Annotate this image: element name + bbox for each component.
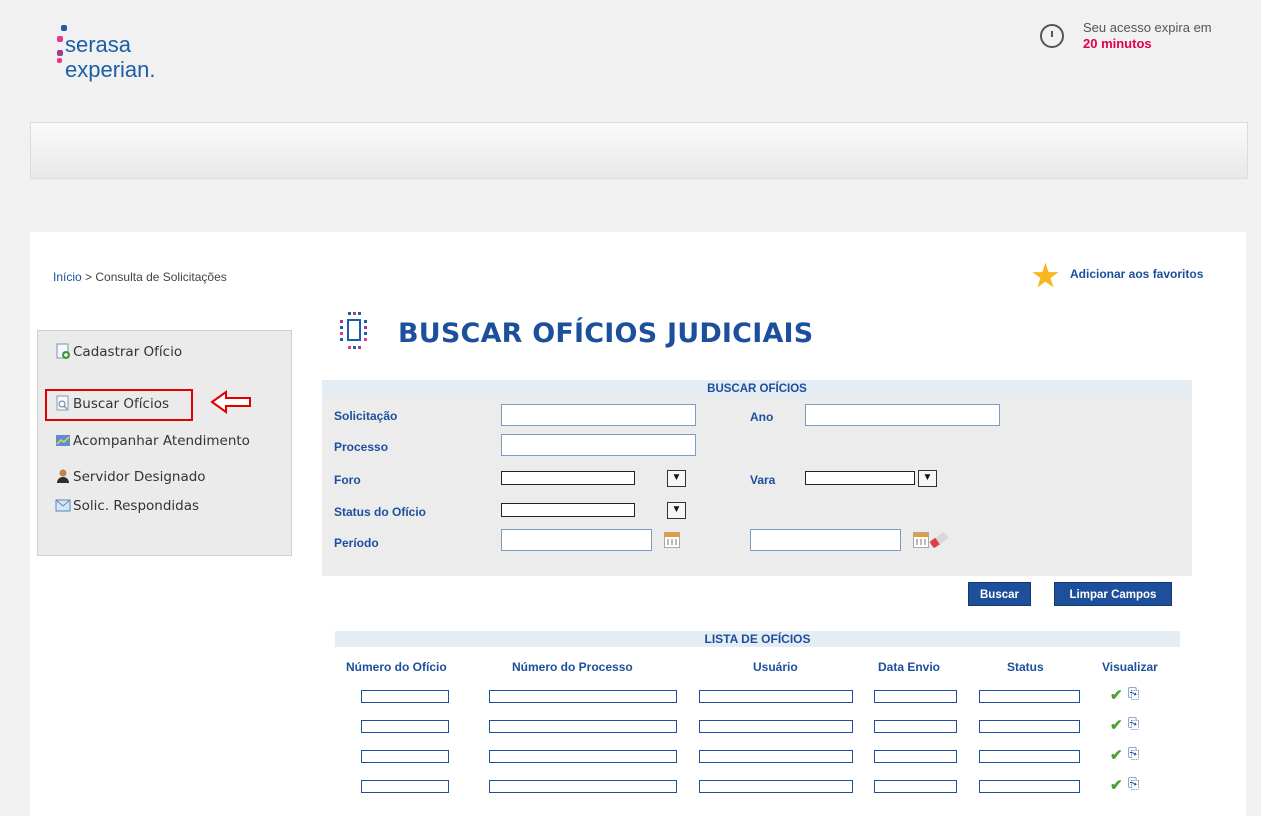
serasa-experian-logo[interactable]: serasa experian. bbox=[55, 22, 205, 82]
table-cell bbox=[699, 780, 853, 793]
sidebar-item-label: Solic. Respondidas bbox=[73, 498, 200, 514]
calendar-icon[interactable] bbox=[913, 532, 929, 548]
timer-icon bbox=[1040, 24, 1064, 48]
status-oficio-select[interactable]: ▼ bbox=[501, 502, 686, 519]
session-remaining: 20 minutos bbox=[1083, 36, 1152, 51]
ano-label: Ano bbox=[750, 410, 774, 424]
table-cell bbox=[699, 750, 853, 763]
table-cell bbox=[979, 750, 1080, 763]
search-documents-icon bbox=[340, 312, 367, 349]
column-data-envio: Data Envio bbox=[878, 660, 941, 674]
list-header: LISTA DE OFÍCIOS bbox=[335, 631, 1180, 647]
sidebar-item-label: Servidor Designado bbox=[73, 469, 206, 485]
table-cell bbox=[979, 690, 1080, 703]
table-cell bbox=[489, 750, 677, 763]
chevron-down-icon[interactable]: ▼ bbox=[667, 502, 686, 519]
logo-text-line2: experian. bbox=[65, 57, 156, 82]
table-cell bbox=[699, 720, 853, 733]
sidebar-item-buscar-oficios[interactable]: Buscar Ofícios bbox=[55, 395, 169, 412]
chevron-down-icon[interactable]: ▼ bbox=[918, 470, 937, 487]
column-numero-oficio: Número do Ofício bbox=[346, 660, 447, 674]
session-expiry-label: Seu acesso expira em bbox=[1083, 20, 1212, 35]
sidebar-item-acompanhar-atendimento[interactable]: Acompanhar Atendimento bbox=[55, 432, 250, 449]
foro-label: Foro bbox=[334, 473, 361, 487]
table-cell bbox=[489, 720, 677, 733]
foro-select[interactable]: ▼ bbox=[501, 470, 686, 487]
sidebar-item-servidor-designado[interactable]: Servidor Designado bbox=[55, 468, 206, 485]
column-visualizar: Visualizar bbox=[1102, 660, 1158, 674]
user-icon bbox=[57, 469, 69, 483]
top-navigation-bar bbox=[30, 122, 1248, 179]
search-form-header: BUSCAR OFÍCIOS bbox=[322, 381, 1192, 397]
view-document-icon[interactable]: ⎘ bbox=[1128, 685, 1139, 702]
buscar-button[interactable]: Buscar bbox=[968, 582, 1031, 606]
limpar-campos-button[interactable]: Limpar Campos bbox=[1054, 582, 1172, 606]
solicitacao-label: Solicitação bbox=[334, 409, 398, 423]
page-title: BUSCAR OFÍCIOS JUDICIAIS bbox=[398, 318, 814, 349]
add-favorites-label: Adicionar aos favoritos bbox=[1070, 267, 1204, 281]
chevron-down-icon[interactable]: ▼ bbox=[667, 470, 686, 487]
view-document-icon[interactable]: ⎘ bbox=[1128, 745, 1139, 762]
periodo-end-input[interactable] bbox=[750, 529, 901, 551]
status-oficio-label: Status do Ofício bbox=[334, 505, 427, 519]
periodo-start-input[interactable] bbox=[501, 529, 652, 551]
table-cell bbox=[489, 690, 677, 703]
periodo-label: Período bbox=[334, 536, 379, 550]
table-cell bbox=[699, 690, 853, 703]
sidebar-item-cadastrar-oficio[interactable]: Cadastrar Ofício bbox=[55, 343, 182, 360]
checkmark-icon[interactable]: ✔ bbox=[1110, 776, 1123, 794]
checkmark-icon[interactable]: ✔ bbox=[1110, 746, 1123, 764]
breadcrumb-current: Consulta de Solicitações bbox=[95, 270, 227, 284]
chart-icon bbox=[56, 435, 70, 446]
checkmark-icon[interactable]: ✔ bbox=[1110, 686, 1123, 704]
table-cell bbox=[874, 750, 957, 763]
sidebar-item-solic-respondidas[interactable]: Solic. Respondidas bbox=[55, 497, 199, 514]
table-cell bbox=[874, 690, 957, 703]
session-timer: Seu acesso expira em 20 minutos bbox=[1040, 20, 1240, 60]
view-document-icon[interactable]: ⎘ bbox=[1128, 775, 1139, 792]
table-cell bbox=[361, 750, 449, 763]
table-cell bbox=[979, 780, 1080, 793]
document-add-icon bbox=[56, 343, 70, 359]
column-usuario: Usuário bbox=[753, 660, 798, 674]
sidebar-item-label: Buscar Ofícios bbox=[73, 396, 169, 412]
view-document-icon[interactable]: ⎘ bbox=[1128, 715, 1139, 732]
solicitacao-input[interactable] bbox=[501, 404, 696, 426]
table-cell bbox=[361, 780, 449, 793]
column-status: Status bbox=[1007, 660, 1044, 674]
table-cell bbox=[874, 780, 957, 793]
table-cell bbox=[489, 780, 677, 793]
ano-input[interactable] bbox=[805, 404, 1000, 426]
checkmark-icon[interactable]: ✔ bbox=[1110, 716, 1123, 734]
sidebar-menu: Cadastrar Ofício Buscar Ofícios Acompanh… bbox=[37, 330, 292, 556]
mail-icon bbox=[55, 499, 71, 512]
star-icon: ★ bbox=[1032, 260, 1059, 293]
breadcrumb: Início > Consulta de Solicitações bbox=[53, 270, 227, 284]
table-cell bbox=[361, 720, 449, 733]
table-cell bbox=[361, 690, 449, 703]
vara-select[interactable]: ▼ bbox=[805, 470, 937, 487]
vara-label: Vara bbox=[750, 473, 776, 487]
sidebar-item-label: Cadastrar Ofício bbox=[73, 344, 183, 360]
document-search-icon bbox=[56, 395, 69, 411]
breadcrumb-home-link[interactable]: Início bbox=[53, 270, 82, 284]
breadcrumb-separator: > bbox=[81, 270, 96, 284]
column-numero-processo: Número do Processo bbox=[512, 660, 633, 674]
processo-input[interactable] bbox=[501, 434, 696, 456]
processo-label: Processo bbox=[334, 440, 389, 454]
sidebar-item-label: Acompanhar Atendimento bbox=[73, 433, 250, 449]
calendar-icon[interactable] bbox=[664, 532, 680, 548]
arrow-left-icon bbox=[210, 390, 251, 414]
table-cell bbox=[874, 720, 957, 733]
logo-text-line1: serasa bbox=[65, 32, 132, 57]
table-cell bbox=[979, 720, 1080, 733]
